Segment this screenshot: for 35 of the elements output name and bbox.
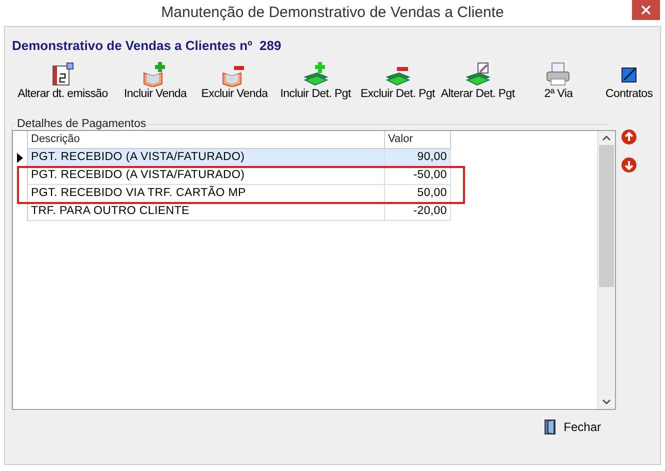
table-cell: 50,00: [385, 185, 451, 203]
form-heading: Demonstrativo de Vendas a Clientes nº 289: [11, 37, 282, 53]
toolbar-button[interactable]: 2ª Via: [518, 61, 598, 109]
printer-icon: [545, 61, 572, 87]
close-button[interactable]: [632, 0, 660, 20]
group-title: Detalhes de Pagamentos: [16, 118, 148, 130]
window-title: Manutenção de Demonstrativo de Vendas a Cliente: [161, 4, 504, 20]
table-cell: PGT. RECEBIDO (A VISTA/FATURADO): [28, 149, 385, 167]
close-form-button[interactable]: Fechar: [540, 417, 605, 437]
table-cell: -50,00: [385, 167, 451, 185]
table-row[interactable]: PGT. RECEBIDO (A VISTA/FATURADO) -50,00: [13, 167, 597, 185]
move-up-button[interactable]: [621, 129, 637, 145]
toolbar-button[interactable]: Alterar Det. Pgt: [437, 61, 519, 109]
close-icon: [641, 5, 651, 15]
table-row[interactable]: TRF. PARA OUTRO CLIENTE -20,00: [13, 203, 597, 221]
door-icon: [544, 419, 558, 435]
money-edit-icon: [464, 61, 491, 87]
table-cell: -20,00: [385, 203, 451, 221]
table-cell: PGT. RECEBIDO VIA TRF. CARTÃO MP: [28, 185, 385, 203]
table-cell: TRF. PARA OUTRO CLIENTE: [28, 203, 385, 221]
table-cell: PGT. RECEBIDO (A VISTA/FATURADO): [28, 167, 385, 185]
toolbar-button[interactable]: Incluir Venda: [114, 61, 196, 109]
vertical-scrollbar[interactable]: [597, 131, 615, 409]
toolbar-button[interactable]: Excluir Venda: [196, 61, 273, 109]
table-row[interactable]: PGT. RECEBIDO VIA TRF. CARTÃO MP 50,00: [13, 185, 597, 203]
toolbar-button[interactable]: Excluir Det. Pgt: [358, 61, 438, 109]
toolbar-button[interactable]: Incluir Det. Pgt: [272, 61, 358, 109]
toolbar-button[interactable]: Contratos: [598, 61, 660, 109]
table-cell: 90,00: [385, 149, 451, 167]
calendar-icon: [50, 61, 76, 87]
toolbar-button[interactable]: Alterar dt. emissão: [11, 61, 115, 109]
table-row[interactable]: PGT. RECEBIDO (A VISTA/FATURADO) 90,00: [13, 149, 597, 167]
current-row-icon: [17, 153, 23, 163]
move-down-button[interactable]: [621, 157, 637, 173]
money-plus-icon: [302, 61, 329, 87]
